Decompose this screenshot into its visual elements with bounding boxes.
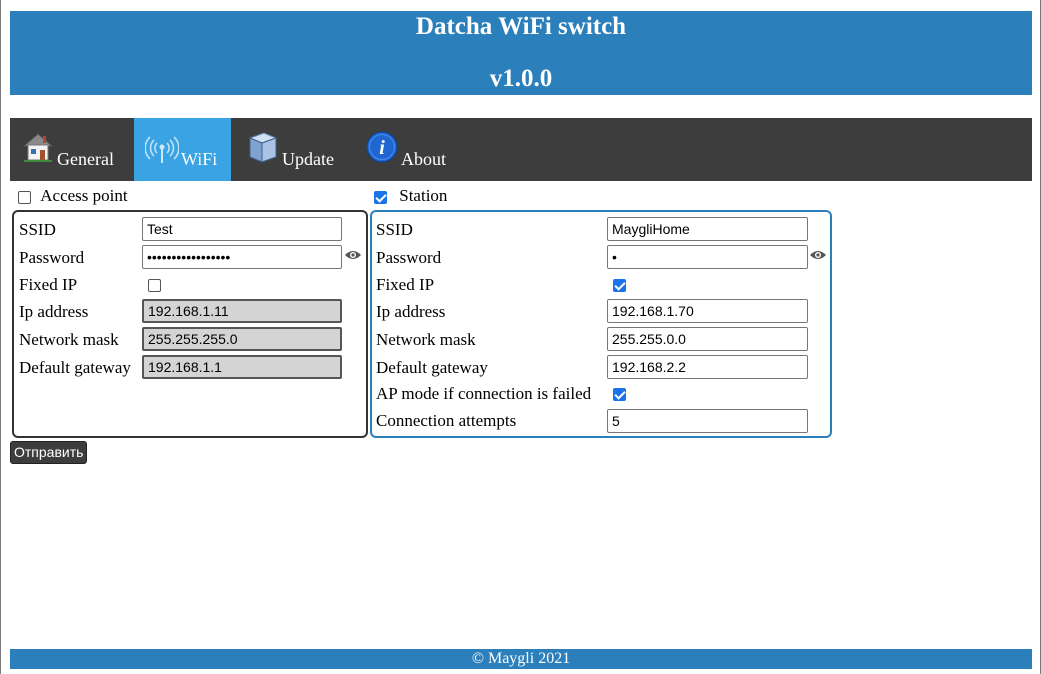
ap-fixed-ip-checkbox[interactable] [148, 279, 161, 292]
st-ip-input[interactable]: 192.168.1.70 [607, 299, 808, 323]
ap-mask-input[interactable]: 255.255.255.0 [142, 327, 342, 351]
ap-gateway-label: Default gateway [19, 358, 131, 377]
tab-wifi-label: WiFi [181, 149, 218, 169]
st-ssid-label: SSID [376, 220, 413, 239]
access-point-panel: SSID Test Password ••••••••••••••••• Fix… [12, 210, 368, 438]
tab-about-label: About [401, 149, 446, 169]
access-point-toggle[interactable]: Access point [18, 186, 128, 206]
submit-button[interactable]: Отправить [10, 441, 88, 464]
station-panel: SSID MaygliHome Password • Fixed IP Ip a… [370, 210, 832, 438]
st-fixed-ip-label: Fixed IP [376, 275, 435, 294]
page-title: Datcha WiFi switch [415, 13, 627, 40]
ap-ssid-input[interactable]: Test [142, 217, 342, 241]
wifi-antenna-icon [145, 136, 179, 163]
access-point-label: Access point [40, 186, 128, 205]
ap-mask-label: Network mask [19, 330, 119, 349]
ap-gateway-input[interactable]: 192.168.1.1 [142, 355, 342, 379]
tab-wifi[interactable]: WiFi [134, 118, 231, 181]
info-icon: i [366, 131, 398, 163]
st-password-label: Password [376, 248, 442, 267]
st-password-input[interactable]: • [607, 245, 808, 269]
page-footer: © Maygli 2021 [10, 649, 1032, 669]
tab-bar: General WiFi Update i About [10, 118, 1032, 181]
window-border-left [0, 0, 1, 674]
svg-text:i: i [379, 137, 385, 159]
show-password-eye-icon[interactable] [809, 249, 827, 261]
st-ap-fallback-label: AP mode if connection is failed [376, 384, 592, 403]
st-ssid-input[interactable]: MaygliHome [607, 217, 808, 241]
ap-ssid-label: SSID [19, 220, 56, 239]
copyright-text: © Maygli 2021 [471, 650, 571, 667]
st-gateway-label: Default gateway [376, 358, 488, 377]
station-toggle[interactable]: Station [374, 186, 447, 206]
st-attempts-label: Connection attempts [376, 411, 517, 430]
house-icon [22, 133, 54, 162]
st-mask-label: Network mask [376, 330, 476, 349]
page-header: Datcha WiFi switch v1.0.0 [10, 11, 1032, 95]
tab-general-label: General [57, 149, 114, 169]
ap-ip-label: Ip address [19, 302, 89, 321]
ap-ip-input[interactable]: 192.168.1.11 [142, 299, 342, 323]
st-mask-input[interactable]: 255.255.0.0 [607, 327, 808, 351]
station-label: Station [399, 186, 448, 205]
show-password-eye-icon[interactable] [344, 249, 362, 261]
st-ap-fallback-checkbox[interactable] [613, 388, 626, 401]
tab-about[interactable]: i About [347, 118, 465, 181]
version-label: v1.0.0 [489, 65, 553, 92]
box-icon [248, 132, 278, 163]
ap-password-label: Password [19, 248, 85, 267]
st-gateway-input[interactable]: 192.168.2.2 [607, 355, 808, 379]
tab-update[interactable]: Update [231, 118, 347, 181]
tab-update-label: Update [282, 149, 334, 169]
ap-fixed-ip-label: Fixed IP [19, 275, 78, 294]
station-checkbox[interactable] [374, 190, 387, 204]
tab-general[interactable]: General [10, 118, 134, 181]
st-attempts-input[interactable]: 5 [607, 409, 808, 433]
st-ip-label: Ip address [376, 302, 446, 321]
ap-password-input[interactable]: ••••••••••••••••• [142, 245, 342, 269]
access-point-checkbox[interactable] [18, 190, 31, 204]
st-fixed-ip-checkbox[interactable] [613, 279, 626, 292]
